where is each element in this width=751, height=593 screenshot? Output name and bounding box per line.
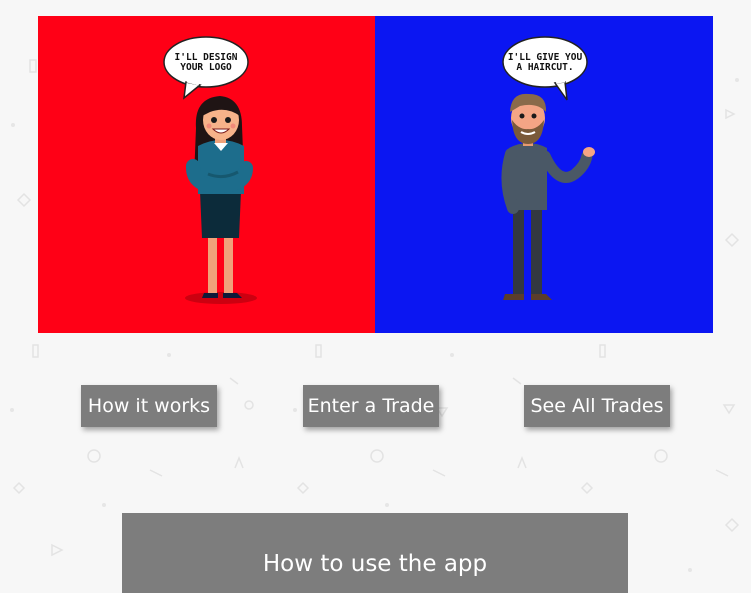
- how-it-works-button[interactable]: How it works: [81, 385, 217, 427]
- how-to-section: How to use the app: [122, 513, 628, 593]
- barber-speech-bubble: I'LL GIVE YOU A HAIRCUT.: [507, 52, 583, 73]
- how-to-title: How to use the app: [262, 551, 488, 577]
- enter-trade-button[interactable]: Enter a Trade: [303, 385, 439, 427]
- hero-panel-designer: I'LL DESIGN YOUR LOGO: [38, 16, 375, 333]
- see-all-trades-button[interactable]: See All Trades: [524, 385, 670, 427]
- hero-banner: I'LL DESIGN YOUR LOGO I'LL GIVE YOU A HA…: [38, 16, 713, 333]
- hero-panel-barber: I'LL GIVE YOU A HAIRCUT.: [375, 16, 713, 333]
- designer-speech-bubble: I'LL DESIGN YOUR LOGO: [174, 52, 238, 73]
